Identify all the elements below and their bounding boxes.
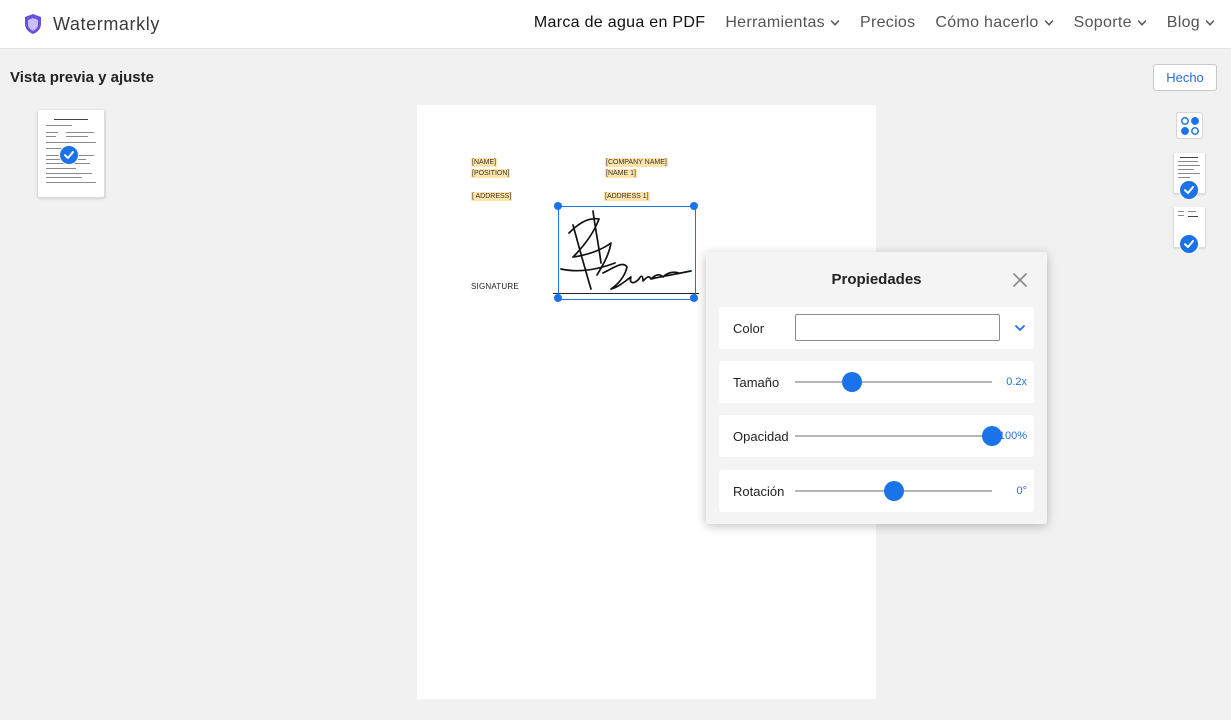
nav-item-3[interactable]: Cómo hacerlo [935, 14, 1053, 32]
rotation-value: 0° [1016, 485, 1027, 497]
color-label: Color [733, 321, 765, 336]
brand-name: Watermarkly [53, 13, 160, 34]
size-value: 0.2x [1006, 376, 1027, 388]
close-icon[interactable] [1011, 271, 1029, 289]
properties-panel: Propiedades Color Tamaño 0.2x Opacidad 1… [706, 252, 1047, 524]
nav-item-1[interactable]: Herramientas [725, 14, 840, 32]
right-page-thumbnail-1[interactable] [1174, 153, 1205, 200]
size-label: Tamaño [733, 375, 780, 390]
right-page-thumbnail-2[interactable] [1174, 207, 1205, 254]
done-button[interactable]: Hecho [1153, 64, 1217, 91]
opacity-value: 100% [998, 430, 1027, 442]
nav-item-label: Blog [1166, 14, 1200, 31]
nav-item-4[interactable]: Soporte [1074, 14, 1147, 32]
selected-check-icon [1179, 180, 1199, 200]
color-row: Color [719, 307, 1034, 349]
size-slider-thumb[interactable] [842, 372, 863, 392]
resize-handle-bottom-left[interactable] [554, 294, 562, 302]
placeholder-company-name: [COMPANY NAME] [605, 158, 668, 167]
nav-item-label: Cómo hacerlo [935, 14, 1039, 31]
layout-grid-icon [1181, 117, 1199, 135]
nav-item-2[interactable]: Precios [860, 14, 915, 32]
resize-handle-top-right[interactable] [690, 202, 698, 210]
color-select[interactable] [795, 314, 1000, 341]
placeholder-address-1: [ADDRESS 1] [604, 192, 650, 201]
nav-item-5[interactable]: Blog [1167, 14, 1215, 32]
brand-logo[interactable]: Watermarkly [23, 12, 160, 36]
nav-item-label: Soporte [1073, 14, 1132, 31]
size-slider-track[interactable] [795, 381, 992, 383]
resize-handle-top-left[interactable] [554, 202, 562, 210]
opacity-row: Opacidad 100% [719, 415, 1034, 457]
top-navbar: Watermarkly Marca de agua en PDF Herramie… [0, 0, 1231, 49]
page-title: Vista previa y ajuste [10, 69, 154, 86]
signature-image [560, 210, 692, 290]
rotation-slider-thumb[interactable] [883, 481, 904, 501]
selected-check-icon [1179, 234, 1199, 254]
rotation-row: Rotación 0° [719, 470, 1034, 512]
size-row: Tamaño 0.2x [719, 361, 1034, 403]
nav-item-0[interactable]: Marca de agua en PDF [534, 14, 705, 32]
opacity-slider-track[interactable] [795, 435, 992, 437]
chevron-down-icon [1205, 20, 1215, 26]
nav-item-label: Precios [859, 14, 916, 31]
signature-label: SIGNATURE [471, 282, 519, 291]
chevron-down-icon [830, 20, 840, 26]
placeholder-name-1: [NAME 1] [605, 169, 637, 178]
opacity-label: Opacidad [733, 429, 789, 444]
page-thumbnail[interactable] [38, 110, 104, 197]
selected-check-icon [59, 145, 79, 165]
placeholder-name: [NAME] [471, 158, 498, 167]
placeholder-address: [ ADDRESS] [471, 192, 513, 201]
chevron-down-icon[interactable] [1013, 321, 1027, 335]
layout-grid-button[interactable] [1176, 112, 1203, 139]
resize-handle-bottom-right[interactable] [690, 294, 698, 302]
chevron-down-icon [1137, 20, 1147, 26]
shield-logo-icon [25, 14, 41, 34]
properties-title: Propiedades [831, 271, 922, 288]
placeholder-position: [POSITION] [471, 169, 511, 178]
signature-watermark[interactable] [554, 202, 698, 302]
main-nav: Marca de agua en PDF Herramientas Precios C… [514, 14, 1215, 32]
rotation-label: Rotación [733, 484, 785, 499]
nav-item-label: Marca de agua en PDF [533, 14, 706, 31]
chevron-down-icon [1044, 20, 1053, 26]
nav-item-label: Herramientas [725, 14, 825, 31]
